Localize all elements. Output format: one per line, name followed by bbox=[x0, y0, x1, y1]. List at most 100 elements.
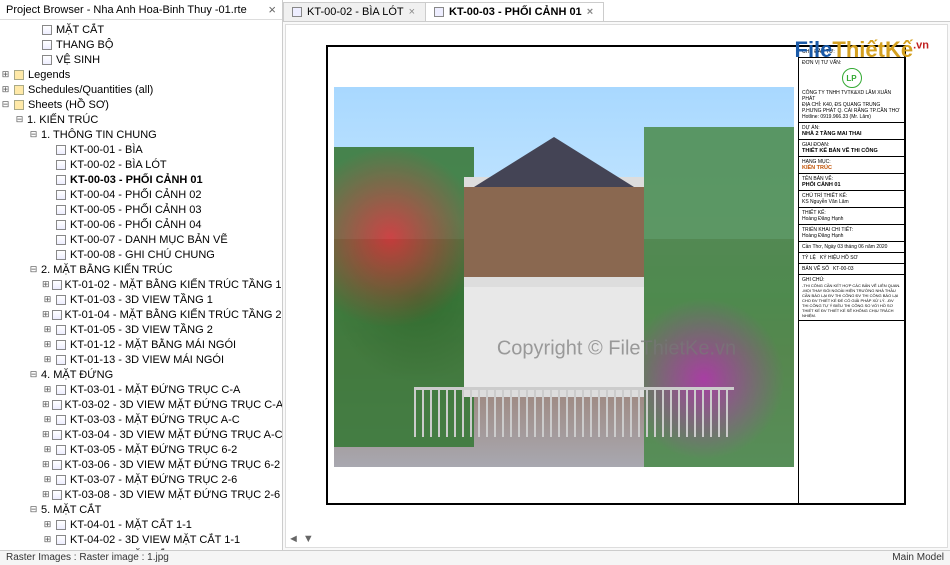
tree-item[interactable]: KT-00-03 - PHỐI CẢNH 01 bbox=[0, 172, 282, 187]
expand-icon[interactable]: ⊞ bbox=[42, 489, 50, 500]
tree-item-label: KT-01-12 - MẶT BẰNG MÁI NGÓI bbox=[70, 339, 236, 351]
tree-item[interactable]: ⊞KT-01-13 - 3D VIEW MÁI NGÓI bbox=[0, 352, 282, 367]
tree-item[interactable]: ⊞KT-03-07 - MẶT ĐỨNG TRỤC 2-6 bbox=[0, 472, 282, 487]
tree-item[interactable]: ⊞ KT-03-01 - MẶT ĐỨNG TRỤC C-A bbox=[0, 382, 282, 397]
no-expander bbox=[28, 39, 39, 50]
collapse-icon[interactable]: ⊟ bbox=[0, 99, 11, 110]
tree-item[interactable]: ⊟4. MẶT ĐỨNG bbox=[0, 367, 282, 382]
collapse-icon[interactable]: ⊟ bbox=[28, 129, 39, 140]
collapse-icon[interactable]: ⊟ bbox=[28, 264, 39, 275]
title-block: CHỦ ĐẦU TƯ: ĐƠN VỊ TƯ VẤN: LP CÔNG TY TN… bbox=[798, 47, 904, 503]
expand-icon[interactable]: ⊞ bbox=[42, 294, 53, 305]
project-tree[interactable]: MẶT CẮTTHANG BỘ VỆ SINH⊞Legends⊞Schedules… bbox=[0, 20, 282, 550]
tree-item[interactable]: ⊞ KT-03-08 - 3D VIEW MẶT ĐỨNG TRỤC 2-6 bbox=[0, 487, 282, 502]
view-nav-icons[interactable]: ◄ ▼ bbox=[288, 533, 314, 545]
expand-icon[interactable]: ⊞ bbox=[42, 309, 50, 320]
expand-icon[interactable]: ⊞ bbox=[42, 549, 53, 550]
close-icon[interactable]: × bbox=[268, 2, 276, 17]
floor-2 bbox=[464, 187, 644, 277]
tree-item[interactable]: KT-00-07 - DANH MỤC BẢN VẼ bbox=[0, 232, 282, 247]
sheet-icon bbox=[55, 534, 67, 546]
tree-item[interactable]: ⊞KT-03-05 - MẶT ĐỨNG TRỤC 6-2 bbox=[0, 442, 282, 457]
tree-item[interactable]: KT-00-04 - PHỐI CẢNH 02 bbox=[0, 187, 282, 202]
document-tab[interactable]: KT-00-03 - PHỐI CẢNH 01× bbox=[425, 2, 604, 21]
expand-icon[interactable]: ⊞ bbox=[42, 534, 53, 545]
expand-icon[interactable]: ⊞ bbox=[42, 429, 50, 440]
no-expander bbox=[28, 24, 39, 35]
watermark-logo: FileThiếtKế.vn bbox=[795, 37, 930, 63]
tree-item[interactable]: ⊞ KT-01-12 - MẶT BẰNG MÁI NGÓI bbox=[0, 337, 282, 352]
tree-item-label: KT-03-01 - MẶT ĐỨNG TRỤC C-A bbox=[70, 384, 240, 396]
close-icon[interactable]: × bbox=[587, 6, 593, 18]
sheet-icon bbox=[434, 7, 444, 17]
expand-icon[interactable]: ⊞ bbox=[42, 399, 50, 410]
sheet-icon bbox=[55, 354, 67, 366]
tree-item[interactable]: VỆ SINH bbox=[0, 52, 282, 67]
tb-trien-khai: TRIỂN KHAI CHI TIẾT: Hoàng Đăng Hạnh bbox=[799, 225, 904, 242]
no-expander bbox=[42, 219, 53, 230]
tree-item[interactable]: ⊞KT-01-02 - MẶT BẰNG KIẾN TRÚC TẦNG 1 bbox=[0, 277, 282, 292]
sheet-icon bbox=[41, 39, 53, 51]
chevron-down-icon[interactable]: ▼ bbox=[303, 533, 314, 545]
tb-hang-muc: HẠNG MỤC: KIẾN TRÚC bbox=[799, 157, 904, 174]
sheet-icon bbox=[52, 429, 62, 441]
tb-don-vi: ĐƠN VỊ TƯ VẤN: LP CÔNG TY TNHH TVTK&XD L… bbox=[799, 58, 904, 123]
tree-item[interactable]: KT-00-01 - BÌA bbox=[0, 142, 282, 157]
tree-item[interactable]: ⊟1. KIẾN TRÚC bbox=[0, 112, 282, 127]
tree-item[interactable]: ⊞ KT-01-04 - MẶT BẰNG KIẾN TRÚC TẦNG 2 bbox=[0, 307, 282, 322]
tree-item[interactable]: ⊞KT-04-01 - MẶT CẮT 1-1 bbox=[0, 517, 282, 532]
collapse-icon[interactable]: ⊟ bbox=[28, 504, 39, 515]
expand-icon[interactable]: ⊞ bbox=[42, 444, 53, 455]
sheet-icon bbox=[55, 384, 67, 396]
sheet-icon bbox=[41, 24, 53, 36]
tree-item[interactable]: ⊞Schedules/Quantities (all) bbox=[0, 82, 282, 97]
tree-item[interactable]: ⊟2. MẶT BẰNG KIẾN TRÚC bbox=[0, 262, 282, 277]
tree-item[interactable]: ⊟1. THÔNG TIN CHUNG bbox=[0, 127, 282, 142]
expand-icon[interactable]: ⊞ bbox=[0, 84, 11, 95]
document-tab[interactable]: KT-00-02 - BÌA LÓT× bbox=[283, 2, 426, 21]
expand-icon[interactable]: ⊞ bbox=[42, 474, 53, 485]
tree-item[interactable]: THANG BỘ bbox=[0, 37, 282, 52]
expand-icon[interactable]: ⊞ bbox=[42, 324, 53, 335]
tree-item[interactable]: KT-00-06 - PHỐI CẢNH 04 bbox=[0, 217, 282, 232]
chevron-left-icon[interactable]: ◄ bbox=[288, 533, 299, 545]
expand-icon[interactable]: ⊞ bbox=[42, 354, 53, 365]
no-expander bbox=[42, 189, 53, 200]
tree-item[interactable]: ⊞KT-03-06 - 3D VIEW MẶT ĐỨNG TRỤC 6-2 bbox=[0, 457, 282, 472]
tree-item-label: VỆ SINH bbox=[56, 54, 100, 66]
tree-item[interactable]: ⊞Legends bbox=[0, 67, 282, 82]
expand-icon[interactable]: ⊞ bbox=[42, 414, 53, 425]
expand-icon[interactable]: ⊞ bbox=[42, 459, 50, 470]
sheet-icon bbox=[55, 249, 67, 261]
tree-item[interactable]: KT-00-08 - GHI CHÚ CHUNG bbox=[0, 247, 282, 262]
expand-icon[interactable]: ⊞ bbox=[0, 69, 11, 80]
tree-item[interactable]: ⊞KT-01-05 - 3D VIEW TẦNG 2 bbox=[0, 322, 282, 337]
tree-item-label: KT-03-08 - 3D VIEW MẶT ĐỨNG TRỤC 2-6 bbox=[65, 489, 281, 501]
tree-item[interactable]: ⊟5. MẶT CẮT bbox=[0, 502, 282, 517]
tree-item[interactable]: ⊞KT-03-04 - 3D VIEW MẶT ĐỨNG TRỤC A-C bbox=[0, 427, 282, 442]
tree-item[interactable]: KT-00-02 - BÌA LÓT bbox=[0, 157, 282, 172]
sheet-icon bbox=[55, 204, 67, 216]
tree-item-label: KT-00-08 - GHI CHÚ CHUNG bbox=[70, 249, 215, 261]
tree-item[interactable]: ⊞KT-03-03 - MẶT ĐỨNG TRỤC A-C bbox=[0, 412, 282, 427]
tree-item[interactable]: ⊟Sheets (HỒ SƠ) bbox=[0, 97, 282, 112]
expand-icon[interactable]: ⊞ bbox=[42, 384, 53, 395]
tb-thiet-ke: THIẾT KẾ: Hoàng Đăng Hạnh bbox=[799, 208, 904, 225]
folder-icon bbox=[13, 69, 25, 81]
tree-item[interactable]: KT-00-05 - PHỐI CẢNH 03 bbox=[0, 202, 282, 217]
expand-icon[interactable]: ⊞ bbox=[42, 339, 53, 350]
tree-item[interactable]: ⊞KT-03-02 - 3D VIEW MẶT ĐỨNG TRỤC C-A bbox=[0, 397, 282, 412]
expand-icon[interactable]: ⊞ bbox=[42, 279, 50, 290]
tree-item[interactable]: MẶT CẮT bbox=[0, 22, 282, 37]
tree-item[interactable]: ⊞KT-04-07 - MẶT CẮT 4-4 bbox=[0, 547, 282, 550]
expand-icon[interactable]: ⊞ bbox=[42, 519, 53, 530]
tree-item-label: KT-01-04 - MẶT BẰNG KIẾN TRÚC TẦNG 2 bbox=[65, 309, 282, 321]
drawing-canvas[interactable]: CHỦ ĐẦU TƯ: ĐƠN VỊ TƯ VẤN: LP CÔNG TY TN… bbox=[285, 24, 948, 548]
collapse-icon[interactable]: ⊟ bbox=[14, 114, 25, 125]
sheet-icon bbox=[292, 7, 302, 17]
close-icon[interactable]: × bbox=[409, 6, 415, 18]
tree-item[interactable]: ⊞KT-01-03 - 3D VIEW TẦNG 1 bbox=[0, 292, 282, 307]
tree-item-label: 1. THÔNG TIN CHUNG bbox=[41, 129, 157, 141]
collapse-icon[interactable]: ⊟ bbox=[28, 369, 39, 380]
tree-item[interactable]: ⊞KT-04-02 - 3D VIEW MẶT CẮT 1-1 bbox=[0, 532, 282, 547]
